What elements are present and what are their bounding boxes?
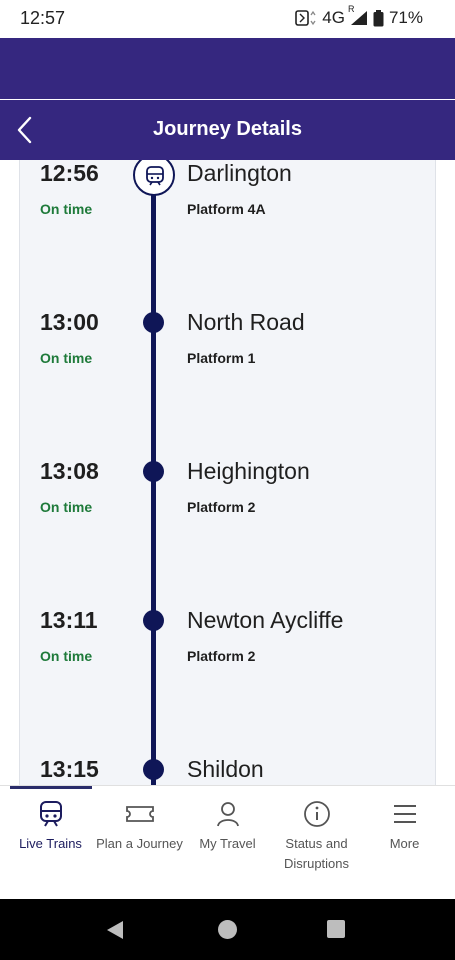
platform-label: Platform 2 [187,648,256,664]
platform-label: Platform 2 [187,499,256,515]
timeline-stop[interactable]: 13:00 On time North Road Platform 1 [0,309,455,389]
nav-label: More [389,836,420,851]
station-name: Darlington [187,160,292,186]
stop-dot [143,461,164,482]
nav-item-more[interactable]: More [359,800,450,854]
nav-item-status-disruptions[interactable]: Status and Disruptions [271,800,362,874]
nav-label: My Travel [199,836,256,851]
stop-dot [143,759,164,780]
timeline-stop[interactable]: 12:56 On time Darlington Platform 4A [0,160,455,240]
nav-item-plan-journey[interactable]: Plan a Journey [94,800,185,854]
stop-dot [143,610,164,631]
station-name: North Road [187,309,305,335]
system-back-icon[interactable] [105,920,125,940]
nav-item-my-travel[interactable]: My Travel [182,800,273,854]
bottom-nav: Live Trains Plan a Journey My Travel Sta… [0,785,455,899]
ticket-icon [125,806,154,822]
timeline-stop[interactable]: 13:11 On time Newton Aycliffe Platform 2 [0,607,455,687]
header-banner [0,38,455,99]
departure-time: 13:00 [40,309,99,335]
nav-label: Status and Disruptions [283,836,350,871]
status-icons: 4G R 71% [295,4,423,28]
on-time-status: On time [40,648,93,664]
departure-time: 13:11 [40,607,98,633]
roaming-indicator: R [347,4,355,14]
timeline-stop[interactable]: 13:15 Shildon [0,756,455,785]
departure-time: 13:08 [40,458,99,484]
station-name: Shildon [187,756,264,782]
departure-time: 13:15 [40,756,99,782]
person-icon [216,802,239,827]
status-time: 12:57 [20,8,66,28]
journey-timeline[interactable]: 12:56 On time Darlington Platform 4A 13:… [0,160,455,785]
info-icon [303,801,330,827]
on-time-status: On time [40,201,93,217]
station-name: Heighington [187,458,310,484]
app-header: Journey Details [0,100,455,160]
signal-icon: R [348,4,368,26]
system-nav-bar [0,899,455,960]
on-time-status: On time [40,499,93,515]
network-type: 4G [322,8,345,27]
platform-label: Platform 4A [187,201,266,217]
current-train-marker [133,160,175,196]
active-tab-indicator [10,786,92,789]
system-home-icon[interactable] [218,920,237,939]
station-name: Newton Aycliffe [187,607,344,633]
stop-dot [143,312,164,333]
battery-level: 71% [388,8,423,27]
battery-icon [373,9,384,27]
page-title: Journey Details [153,118,302,140]
on-time-status: On time [40,350,93,366]
menu-icon [393,805,416,823]
system-recents-icon[interactable] [327,920,345,938]
status-bar: 12:57 4G R 71% [0,0,455,38]
nav-label: Live Trains [19,836,82,851]
train-icon [146,166,164,186]
nav-label: Plan a Journey [96,836,183,851]
platform-label: Platform 1 [187,350,256,366]
train-icon [39,801,62,827]
timeline-stop[interactable]: 13:08 On time Heighington Platform 2 [0,458,455,538]
nfc-icon [295,10,317,26]
nav-item-live-trains[interactable]: Live Trains [5,800,96,854]
departure-time: 12:56 [40,160,99,186]
